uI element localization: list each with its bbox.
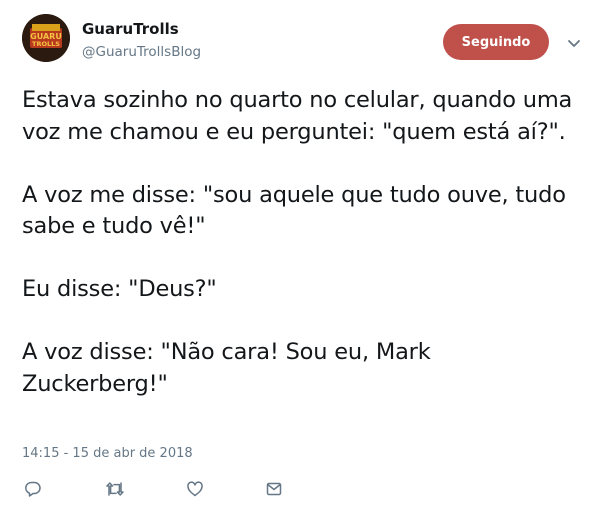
reply-icon[interactable] [23, 479, 43, 499]
tweet-card: GUARU TROLLS GuaruTrolls @GuaruTrollsBlo… [0, 0, 600, 512]
guarutrolls-logo-icon: GUARU TROLLS [22, 14, 70, 62]
tweet-paragraph-2: A voz me disse: "sou aquele que tudo ouv… [22, 181, 566, 240]
tweet-timestamp[interactable]: 14:15 - 15 de abr de 2018 [22, 446, 193, 461]
avatar-logo-text-bottom: TROLLS [32, 40, 60, 48]
user-handle[interactable]: @GuaruTrollsBlog [82, 44, 201, 60]
like-icon[interactable] [185, 479, 205, 499]
direct-message-icon[interactable] [264, 479, 284, 499]
avatar[interactable]: GUARU TROLLS [22, 14, 70, 62]
tweet-paragraph-4: A voz disse: "Não cara! Sou eu, Mark Zuc… [22, 339, 431, 397]
tweet-text: Estava sozinho no quarto no celular, qua… [22, 85, 582, 400]
retweet-icon[interactable] [105, 479, 125, 499]
tweet-paragraph-1: Estava sozinho no quarto no celular, qua… [22, 87, 573, 145]
following-button[interactable]: Seguindo [443, 24, 549, 60]
display-name[interactable]: GuaruTrolls [82, 20, 179, 38]
chevron-down-icon[interactable] [566, 36, 582, 50]
tweet-paragraph-3: Eu disse: "Deus?" [22, 276, 217, 302]
